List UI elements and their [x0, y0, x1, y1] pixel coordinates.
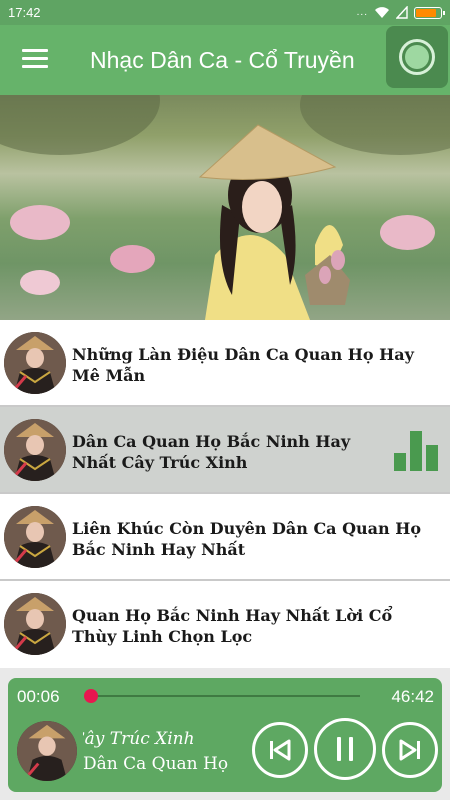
list-item[interactable]: Liên Khúc Còn Duyên Dân Ca Quan Họ Bắc N… [0, 494, 450, 581]
song-title: Liên Khúc Còn Duyên Dân Ca Quan Họ Bắc N… [72, 519, 422, 559]
song-thumbnail [4, 593, 66, 655]
list-item[interactable]: Những Làn Điệu Dân Ca Quan Họ Hay Mê Mẫn [0, 320, 450, 407]
equalizer-icon [394, 431, 438, 471]
song-thumbnail [4, 419, 66, 481]
status-icons: ... [356, 6, 445, 19]
battery-icon [414, 6, 445, 19]
now-playing-title: ất Cây Trúc Xinh [83, 729, 195, 749]
banner-image [0, 95, 450, 320]
float-bubble-icon[interactable] [386, 26, 448, 88]
app-bar: Nhạc Dân Ca - Cổ Truyền [0, 25, 450, 95]
song-title: Dân Ca Quan Họ Bắc Ninh Hay Nhất Cây Trú… [72, 432, 351, 472]
now-playing-artist: Dân Ca Quan Họ [83, 754, 229, 774]
app-title: Nhạc Dân Ca - Cổ Truyền [90, 47, 355, 73]
now-playing-art [17, 721, 77, 781]
menu-icon[interactable] [22, 49, 48, 71]
previous-icon[interactable] [252, 722, 308, 778]
signal-icon [396, 6, 408, 19]
song-list: Những Làn Điệu Dân Ca Quan Họ Hay Mê Mẫn… [0, 320, 450, 668]
pause-icon[interactable] [314, 718, 376, 780]
list-item-active[interactable]: Dân Ca Quan Họ Bắc Ninh Hay Nhất Cây Trú… [0, 407, 450, 494]
total-time: 46:42 [391, 687, 434, 706]
wifi-icon [375, 7, 389, 18]
song-thumbnail [4, 332, 66, 394]
status-bar: 17:42 ... [0, 0, 450, 25]
list-item[interactable]: Quan Họ Bắc Ninh Hay Nhất Lời Cổ Thùy Li… [0, 581, 450, 668]
song-thumbnail [4, 506, 66, 568]
seek-thumb[interactable] [83, 689, 98, 703]
girl-in-conical-hat-photo [198, 124, 350, 320]
mini-player: 00:06 46:42 ất Cây Trúc Xinh Dân Ca Quan… [8, 678, 442, 792]
status-time: 17:42 [8, 5, 41, 20]
seek-bar[interactable] [90, 695, 360, 697]
notification-dots: ... [356, 7, 368, 18]
next-icon[interactable] [382, 722, 438, 778]
song-title: Quan Họ Bắc Ninh Hay Nhất Lời Cổ Thùy Li… [72, 606, 393, 646]
song-title: Những Làn Điệu Dân Ca Quan Họ Hay Mê Mẫn [72, 345, 414, 385]
current-time: 00:06 [17, 687, 60, 706]
